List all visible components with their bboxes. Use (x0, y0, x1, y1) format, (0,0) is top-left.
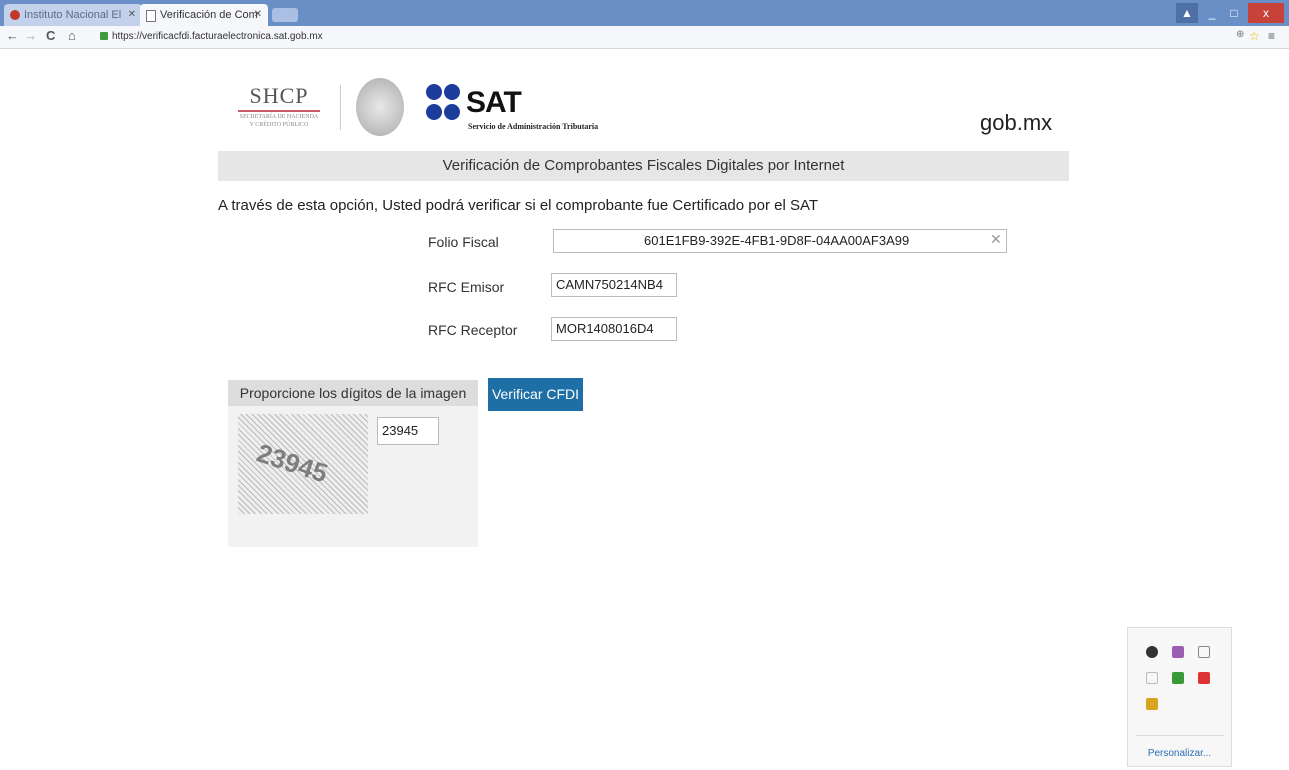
close-tab-icon[interactable]: ✕ (254, 4, 262, 26)
rfc-emisor-input[interactable]: CAMN750214NB4 (551, 273, 677, 297)
tray-app-icon[interactable] (1172, 646, 1184, 658)
folio-label: Folio Fiscal (428, 234, 499, 250)
tray-app-icon[interactable] (1146, 672, 1158, 684)
tab-verificacion[interactable]: Verificación de Com ✕ (140, 4, 268, 26)
site-favicon-icon (10, 10, 20, 20)
national-seal-icon (356, 78, 404, 136)
shield-icon[interactable] (1146, 698, 1158, 710)
close-window-button[interactable]: x (1248, 3, 1284, 23)
tab-instituto[interactable]: Instituto Nacional El ✕ (4, 4, 142, 26)
tab-bar: Instituto Nacional El ✕ Verificación de … (0, 0, 1289, 26)
tray-divider (1136, 735, 1224, 736)
address-bar: ← → C ⌂ https://verificacfdi.facturaelec… (0, 26, 1289, 49)
captcha-heading: Proporcione los dígitos de la imagen (228, 380, 478, 406)
new-tab-button[interactable] (272, 8, 298, 22)
home-icon[interactable]: ⌂ (68, 28, 76, 43)
rfc-receptor-label: RFC Receptor (428, 322, 518, 338)
sat-title: SAT (466, 86, 522, 119)
captcha-panel: Proporcione los dígitos de la imagen 239… (228, 380, 478, 547)
tray-popup: Personalizar... (1127, 627, 1232, 767)
zoom-icon[interactable]: ⊕ (1236, 29, 1244, 40)
page-title: Verificación de Comprobantes Fiscales Di… (218, 151, 1069, 181)
verify-cfdi-button[interactable]: Verificar CFDI (488, 378, 583, 411)
intro-text: A través de esta opción, Usted podrá ver… (218, 197, 819, 214)
shcp-logo: SHCP SECRETARÍA DE HACIENDA Y CRÉDITO PÚ… (232, 83, 326, 129)
clear-icon[interactable]: ✕ (990, 231, 1002, 248)
close-tab-icon[interactable]: ✕ (128, 4, 136, 26)
tray-app-icon[interactable] (1172, 672, 1184, 684)
url-field[interactable]: https://verificacfdi.facturaelectronica.… (100, 29, 1230, 45)
forward-icon[interactable]: → (24, 28, 37, 43)
captcha-input[interactable]: 23945 (377, 417, 439, 445)
pdf-icon[interactable] (1198, 672, 1210, 684)
back-icon[interactable]: ← (6, 28, 19, 43)
tab-label: Verificación de Com (160, 9, 258, 21)
sat-logo-icon (426, 84, 462, 124)
rfc-emisor-label: RFC Emisor (428, 279, 505, 295)
logo-divider (340, 85, 341, 130)
page-icon (146, 10, 156, 22)
folio-fiscal-input[interactable]: 601E1FB9-392E-4FB1-9D8F-04AA00AF3A99 (553, 229, 1007, 253)
user-icon[interactable]: ▲ (1176, 3, 1198, 23)
customize-link[interactable]: Personalizar... (1128, 748, 1231, 759)
minimize-button[interactable]: _ (1202, 3, 1222, 23)
shcp-title: SHCP (249, 83, 309, 108)
tray-app-icon[interactable] (1198, 646, 1210, 658)
url-text: https://verificacfdi.facturaelectronica.… (112, 31, 323, 42)
lock-icon (100, 32, 108, 40)
shcp-subtitle-1: SECRETARÍA DE HACIENDA (239, 114, 319, 120)
captcha-image: 23945 (238, 414, 368, 514)
gob-logo: gob.mx (980, 110, 1053, 135)
sat-subtitle: Servicio de Administración Tributaria (468, 122, 599, 131)
rfc-receptor-input[interactable]: MOR1408016D4 (551, 317, 677, 341)
maximize-button[interactable]: □ (1224, 3, 1244, 23)
tray-app-icon[interactable] (1146, 646, 1158, 658)
captcha-image-text: 23945 (253, 437, 332, 489)
menu-icon[interactable]: ≡ (1268, 29, 1275, 43)
bookmark-star-icon[interactable]: ☆ (1249, 29, 1260, 43)
shcp-subtitle-2: Y CRÉDITO PÚBLICO (249, 122, 309, 128)
reload-icon[interactable]: C (46, 28, 55, 43)
tab-label: Instituto Nacional El (24, 9, 122, 21)
